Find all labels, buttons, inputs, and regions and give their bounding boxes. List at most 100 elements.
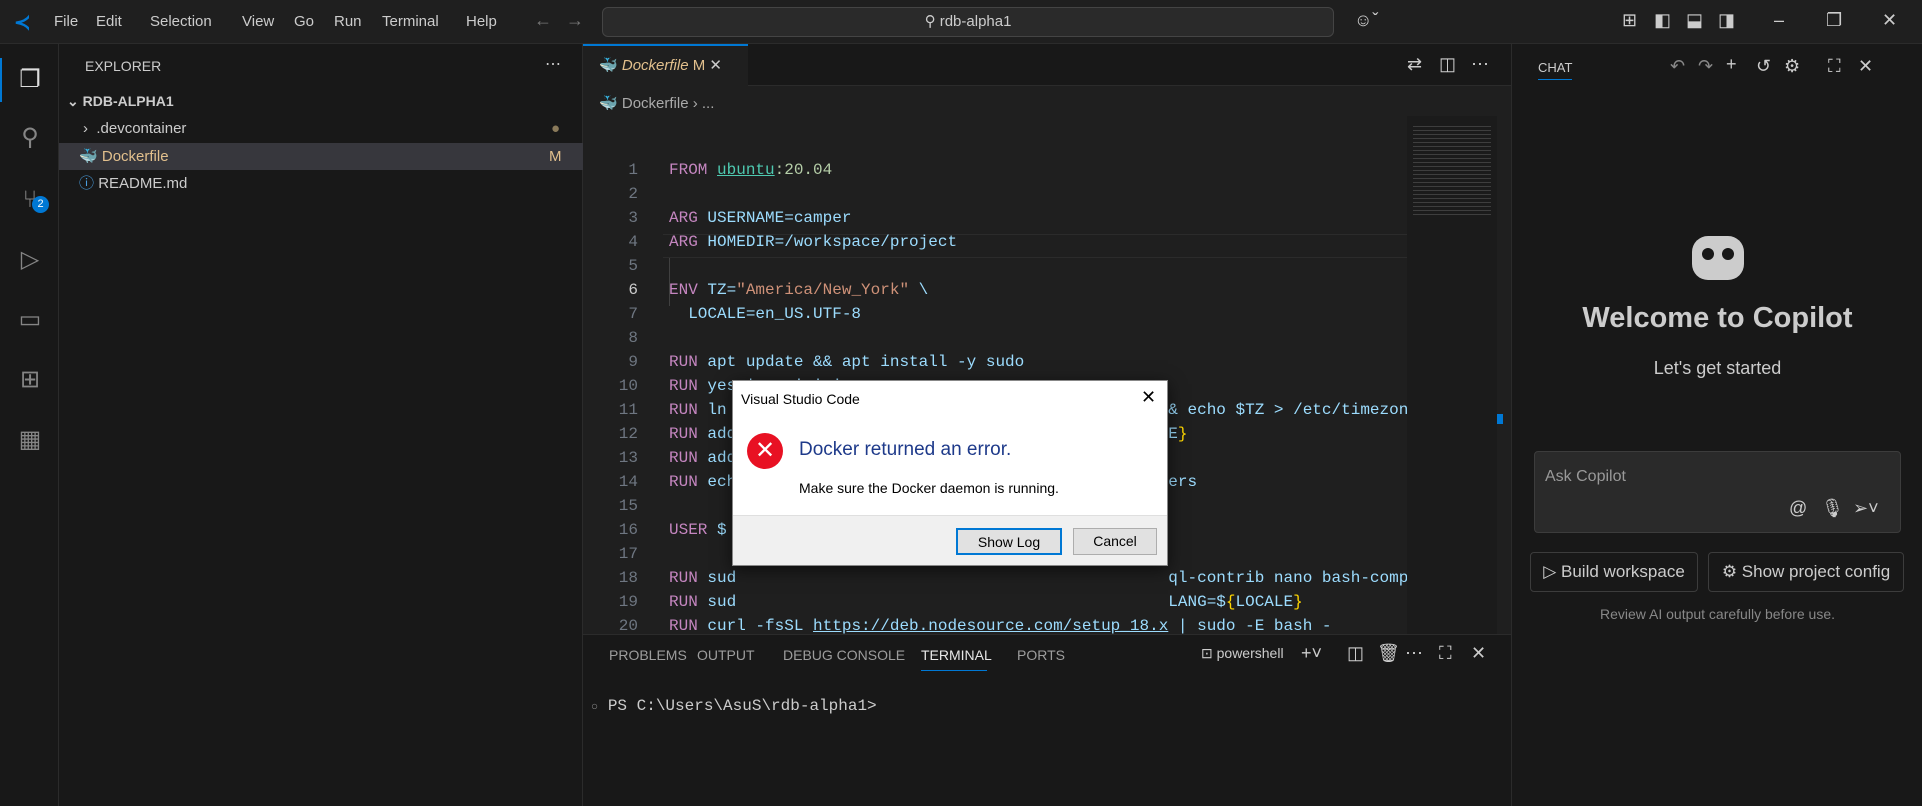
tree-item-devcontainer[interactable]: › .devcontainer ●: [59, 115, 583, 142]
modified-badge: M: [549, 148, 562, 165]
code-line[interactable]: FROM ubuntu:20.04: [669, 158, 832, 182]
build-workspace-button[interactable]: ▷ Build workspace: [1530, 552, 1698, 592]
line-number: 13: [618, 449, 638, 467]
more-actions-icon[interactable]: ⋯: [545, 54, 561, 74]
menu-view[interactable]: View: [242, 13, 274, 30]
extensions-icon[interactable]: ⊞: [14, 364, 46, 396]
redo-icon[interactable]: ↷: [1698, 56, 1713, 77]
code-token: apt update && apt install -y sudo: [707, 353, 1025, 371]
mention-icon[interactable]: @: [1789, 498, 1807, 519]
menu-go[interactable]: Go: [294, 13, 314, 30]
line-number: 14: [618, 473, 638, 491]
active-indicator: [0, 58, 2, 102]
terminal-icon: ⊡: [1201, 645, 1213, 661]
breadcrumb-symbol[interactable]: ...: [702, 95, 715, 112]
copilot-icon[interactable]: ☺ˇ: [1354, 10, 1378, 31]
compare-changes-icon[interactable]: ⇄: [1407, 54, 1422, 75]
close-panel-icon[interactable]: ✕: [1471, 643, 1486, 664]
toggle-sidebar-icon[interactable]: ◧: [1654, 10, 1671, 31]
code-token: }: [1177, 425, 1188, 443]
tab-badge: M: [692, 57, 706, 74]
panel-tab-debug-console[interactable]: DEBUG CONSOLE: [783, 647, 905, 663]
folder-root[interactable]: ⌄ RDB-ALPHA1: [59, 88, 583, 115]
code-token: ARG: [669, 233, 708, 251]
copilot-logo-icon: [1692, 236, 1744, 280]
forward-arrow-icon[interactable]: →: [566, 10, 584, 31]
minimap[interactable]: [1407, 116, 1497, 634]
code-line[interactable]: RUN sud ql-contrib nano bash-comp: [669, 566, 1408, 590]
new-chat-icon[interactable]: +: [1726, 54, 1737, 75]
item-label: .devcontainer: [96, 120, 187, 137]
menu-help[interactable]: Help: [466, 13, 497, 30]
customize-layout-icon[interactable]: ⊞: [1622, 10, 1637, 31]
explorer-icon[interactable]: ❐: [14, 64, 46, 96]
panel-tab-output[interactable]: OUTPUT: [697, 647, 755, 663]
send-icon[interactable]: ➢˅: [1853, 498, 1879, 519]
maximize-icon[interactable]: ⛶: [1828, 56, 1841, 77]
cancel-button[interactable]: Cancel: [1073, 528, 1157, 555]
code-line[interactable]: ARG USERNAME=camper: [669, 206, 851, 230]
undo-icon[interactable]: ↶: [1670, 56, 1685, 77]
welcome-subtitle: Let's get started: [1653, 358, 1782, 378]
restore-icon[interactable]: ❐: [1826, 10, 1842, 31]
settings-icon[interactable]: ⚙: [1784, 56, 1800, 77]
history-icon[interactable]: ↺: [1756, 56, 1771, 77]
minimize-icon[interactable]: –: [1774, 10, 1784, 31]
tree-item-dockerfile[interactable]: 🐳 Dockerfile M: [59, 143, 583, 170]
new-terminal-icon[interactable]: +˅: [1301, 643, 1322, 664]
split-editor-icon[interactable]: ◫: [1439, 54, 1456, 75]
menu-edit[interactable]: Edit: [96, 13, 122, 30]
vertical-scrollbar[interactable]: [1497, 414, 1503, 424]
toggle-secondary-sidebar-icon[interactable]: ◨: [1718, 10, 1735, 31]
code-line[interactable]: ENV TZ="America/New_York" \: [669, 278, 928, 302]
code-token: {: [1225, 593, 1236, 611]
code-line[interactable]: ARG HOMEDIR=/workspace/project: [669, 230, 957, 254]
code-line[interactable]: RUN sud LANG=${LOCALE}: [669, 590, 1303, 614]
search-icon: ⚲: [924, 13, 940, 30]
more-actions-icon[interactable]: ⋯: [1471, 54, 1489, 75]
panel-tab-terminal[interactable]: TERMINAL: [921, 647, 992, 663]
more-actions-icon[interactable]: ⋯: [1405, 643, 1423, 664]
command-center-search[interactable]: ⚲ rdb-alpha1: [602, 7, 1334, 37]
show-project-config-button[interactable]: ⚙ Show project config: [1708, 552, 1904, 592]
menu-run[interactable]: Run: [334, 13, 362, 30]
close-icon[interactable]: ✕: [1858, 56, 1873, 77]
editor-tabs: 🐳 Dockerfile M ✕ ⇄ ◫ ⋯: [583, 44, 1511, 87]
back-arrow-icon[interactable]: ←: [534, 10, 552, 31]
show-log-button[interactable]: Show Log: [956, 528, 1062, 555]
code-line[interactable]: RUN add: [669, 446, 736, 470]
code-line[interactable]: USER $: [669, 518, 727, 542]
menu-file[interactable]: File: [54, 13, 78, 30]
code-token: LOCALE: [1235, 593, 1294, 611]
breadcrumb-file[interactable]: Dockerfile: [622, 95, 689, 112]
info-icon: ⓘ: [79, 175, 95, 192]
kill-terminal-icon[interactable]: 🗑: [1377, 643, 1400, 664]
search-icon[interactable]: ⚲: [14, 122, 46, 154]
code-token: RUN: [669, 617, 708, 635]
tab-dockerfile[interactable]: 🐳 Dockerfile M ✕: [583, 44, 748, 87]
tab-label: Dockerfile: [621, 57, 689, 74]
dialog-close-icon[interactable]: ✕: [1141, 387, 1156, 408]
microphone-icon[interactable]: 🎙: [1821, 498, 1844, 519]
menu-selection[interactable]: Selection: [150, 13, 212, 30]
line-number: 6: [628, 281, 638, 299]
code-token: TZ=: [707, 281, 737, 299]
docker-icon[interactable]: ▦: [14, 424, 46, 456]
chat-input[interactable]: Ask Copilot @ 🎙 ➢˅: [1534, 451, 1901, 533]
split-terminal-icon[interactable]: ◫: [1347, 643, 1364, 664]
remote-explorer-icon[interactable]: ▭: [14, 304, 46, 336]
toggle-panel-icon[interactable]: ⬓: [1686, 10, 1703, 31]
tree-item-readme[interactable]: ⓘ README.md: [59, 170, 583, 197]
run-debug-icon[interactable]: ▷: [14, 244, 46, 276]
terminal-profile[interactable]: ⊡ powershell: [1201, 645, 1284, 662]
close-window-icon[interactable]: ✕: [1882, 10, 1897, 31]
code-line[interactable]: RUN apt update && apt install -y sudo: [669, 350, 1024, 374]
terminal-output[interactable]: ○ PS C:\Users\AsuS\rdb-alpha1>: [591, 697, 877, 715]
close-tab-icon[interactable]: ✕: [709, 57, 722, 74]
panel-tab-problems[interactable]: PROBLEMS: [609, 647, 687, 663]
menu-terminal[interactable]: Terminal: [382, 13, 439, 30]
maximize-panel-icon[interactable]: ⛶: [1439, 643, 1452, 664]
panel-tab-ports[interactable]: PORTS: [1017, 647, 1065, 663]
code-line[interactable]: LOCALE=en_US.UTF-8: [669, 302, 861, 326]
chat-title[interactable]: CHAT: [1538, 60, 1573, 80]
